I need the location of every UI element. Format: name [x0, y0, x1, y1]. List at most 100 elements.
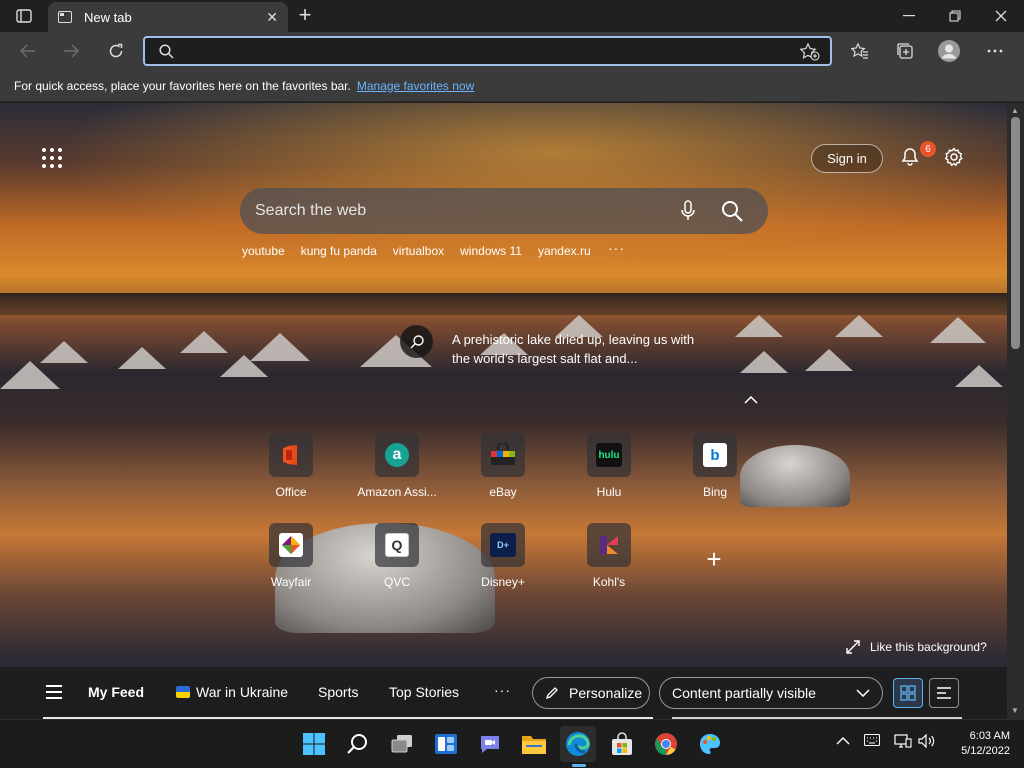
quick-link-bing[interactable]: b Bing [667, 433, 763, 499]
collections-icon[interactable] [890, 36, 920, 66]
microsoft-store-icon[interactable] [604, 726, 640, 762]
disney-icon: D+ [481, 523, 525, 567]
page-settings-gear-icon[interactable] [944, 147, 964, 172]
chrome-icon[interactable] [648, 726, 684, 762]
background-caption-link[interactable]: A prehistoric lake dried up, leaving us … [452, 330, 702, 368]
show-hidden-icons-chevron-icon[interactable] [836, 734, 850, 748]
grid-view-icon[interactable] [893, 678, 923, 708]
trending-more-icon[interactable]: ··· [608, 240, 625, 256]
network-icon[interactable] [894, 734, 912, 751]
quick-link-label: Bing [702, 485, 728, 499]
restore-icon[interactable] [932, 0, 978, 32]
tab-new-tab[interactable]: New tab ✕ [48, 2, 288, 32]
quick-link-hulu[interactable]: hulu Hulu [561, 433, 657, 499]
close-tab-icon[interactable]: ✕ [266, 9, 278, 26]
quick-link-kohls[interactable]: Kohl's [561, 523, 657, 589]
salt-pile [805, 349, 853, 371]
close-window-icon[interactable] [978, 0, 1024, 32]
scroll-up-arrow-icon[interactable]: ▲ [1011, 106, 1019, 115]
personalize-label: Personalize [569, 685, 643, 701]
task-view-icon[interactable] [384, 726, 420, 762]
feed-tab-sports[interactable]: Sports [318, 684, 358, 700]
more-options-icon[interactable] [980, 36, 1010, 66]
scrollbar-thumb[interactable] [1011, 117, 1020, 349]
notifications-bell-icon[interactable] [900, 147, 920, 172]
salt-pile [835, 315, 883, 337]
keyboard-icon[interactable] [864, 734, 880, 749]
sign-in-button[interactable]: Sign in [811, 144, 883, 173]
system-clock[interactable]: 6:03 AM 5/12/2022 [950, 729, 1010, 759]
trending-item[interactable]: youtube [242, 244, 285, 258]
edge-browser-icon[interactable] [560, 726, 596, 762]
feed-tab-top-stories[interactable]: Top Stories [389, 684, 459, 700]
new-tab-icon[interactable]: + [294, 4, 316, 28]
ebay-icon [481, 433, 525, 477]
trending-item[interactable]: virtualbox [393, 244, 444, 258]
apps-launcher-icon[interactable] [42, 148, 62, 168]
back-icon[interactable] [13, 36, 43, 66]
quick-link-amazon-assistant[interactable]: a Amazon Assi... [349, 433, 445, 499]
quick-link-disney-plus[interactable]: D+ Disney+ [455, 523, 551, 589]
expand-icon [846, 640, 860, 654]
quick-link-ebay[interactable]: eBay [455, 433, 551, 499]
paint-app-icon[interactable] [692, 726, 728, 762]
hulu-icon: hulu [587, 433, 631, 477]
quick-link-wayfair[interactable]: Wayfair [243, 523, 339, 589]
trending-item[interactable]: yandex.ru [538, 244, 591, 258]
quick-link-label: Disney+ [481, 575, 525, 589]
collapse-chevron-up-icon[interactable] [744, 393, 758, 407]
file-explorer-icon[interactable] [516, 726, 552, 762]
forward-icon[interactable] [56, 36, 86, 66]
list-view-icon[interactable] [929, 678, 959, 708]
ukraine-flag-icon [176, 686, 190, 698]
feed-tab-war-in-ukraine[interactable]: War in Ukraine [176, 684, 288, 700]
background-search-icon[interactable] [400, 325, 433, 358]
start-windows-icon[interactable] [296, 726, 332, 762]
add-quick-link-icon[interactable]: + [700, 546, 728, 575]
pencil-icon [545, 687, 558, 700]
salt-pile [735, 315, 783, 337]
content-visibility-dropdown[interactable]: Content partially visible [659, 677, 883, 709]
salt-pile [0, 361, 60, 389]
web-search-icon[interactable] [720, 199, 744, 228]
title-bar: New tab ✕ + [0, 0, 1024, 32]
trending-item[interactable]: kung fu panda [301, 244, 377, 258]
office-icon [269, 433, 313, 477]
like-background-button[interactable]: Like this background? [846, 640, 987, 654]
page-scrollbar[interactable]: ▲ ▼ [1007, 103, 1024, 719]
quick-link-label: Wayfair [270, 575, 312, 589]
trending-item[interactable]: windows 11 [460, 244, 522, 258]
qvc-icon: Q [375, 523, 419, 567]
feed-tab-my-feed[interactable]: My Feed [88, 684, 144, 700]
feed-more-icon[interactable]: ··· [494, 682, 511, 698]
salt-pile [118, 347, 166, 369]
web-search-box[interactable]: Search the web [240, 188, 768, 234]
minimize-icon[interactable] [886, 0, 932, 32]
refresh-icon[interactable] [101, 36, 131, 66]
address-bar[interactable] [143, 36, 832, 66]
background-horizon [0, 293, 1007, 315]
profile-avatar-icon[interactable] [934, 36, 964, 66]
microphone-icon[interactable] [680, 199, 696, 228]
scroll-down-arrow-icon[interactable]: ▼ [1011, 706, 1019, 715]
web-search-input[interactable]: Search the web [255, 202, 366, 220]
kohls-icon [587, 523, 631, 567]
tab-title: New tab [84, 9, 132, 25]
add-favorite-icon[interactable] [799, 42, 820, 66]
widgets-icon[interactable] [428, 726, 464, 762]
chevron-down-icon [856, 689, 870, 697]
manage-favorites-link[interactable]: Manage favorites now [357, 79, 474, 93]
quick-link-office[interactable]: Office [243, 433, 339, 499]
quick-link-qvc[interactable]: Q QVC [349, 523, 445, 589]
new-tab-page: Sign in 6 Search the web youtube kung fu… [0, 103, 1007, 719]
tab-actions-menu-icon[interactable] [10, 6, 38, 26]
volume-icon[interactable] [918, 733, 936, 751]
quick-link-label: Office [275, 485, 307, 499]
feed-menu-hamburger-icon[interactable] [46, 685, 62, 703]
favorites-icon[interactable] [845, 36, 875, 66]
personalize-button[interactable]: Personalize [532, 677, 650, 709]
trending-searches: youtube kung fu panda virtualbox windows… [242, 243, 607, 259]
feed-tab-label: War in Ukraine [196, 684, 289, 700]
teams-chat-icon[interactable] [472, 726, 508, 762]
taskbar-search-icon[interactable] [340, 726, 376, 762]
